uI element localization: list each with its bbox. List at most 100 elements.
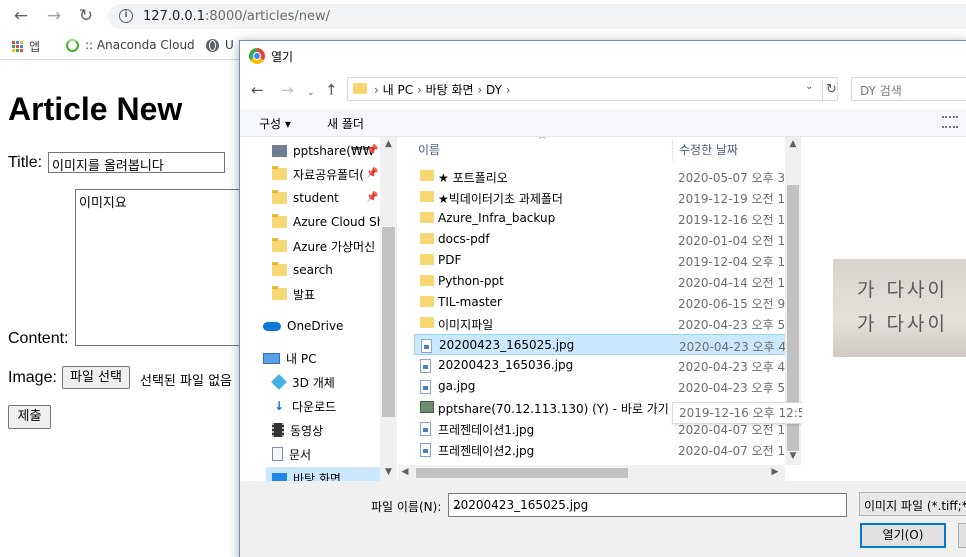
path-breadcrumb[interactable]: › 내 PC › 바탕 화면 › DY › ⌄ ↻ [347,77,838,101]
nav-item-shared-folder[interactable]: 자료공유폴더( [272,163,364,185]
forward-arrow-icon[interactable]: → [43,5,65,27]
file-date: 2019-12-16 오전 1( [678,213,790,227]
file-row[interactable]: 20200423_165036.jpg 2020-04-23 오후 4 [414,355,786,376]
image-file-icon [420,443,431,457]
scroll-down-icon[interactable]: ▼ [785,451,801,461]
path-segment[interactable]: 내 PC [383,83,413,97]
cube-icon [271,374,287,390]
file-row[interactable]: 프레젠테이션2.jpg 2020-04-07 오전 1( [414,439,790,460]
path-segment[interactable]: DY [486,83,502,97]
navigation-pane: pptshare(₩₩' 📌 자료공유폴더( 📌 student 📌 Azure… [240,137,397,481]
file-row[interactable]: 이미지파일 2020-04-23 오후 5 [414,313,786,334]
nav-item-videos[interactable]: 동영상 [272,419,323,441]
column-header-date[interactable]: 수정한 날짜 [679,141,738,158]
file-row[interactable]: PDF 2019-12-04 오후 1 [414,250,786,271]
preview-handwriting: 가 다사이 [857,313,948,335]
column-header-name[interactable]: 이름 [418,141,440,158]
refresh-icon[interactable]: ↻ [822,80,840,100]
file-name: Azure_Infra_backup [438,211,556,225]
column-divider[interactable] [672,139,673,161]
scroll-up-icon[interactable]: ▲ [785,139,801,149]
file-name: ★ 포트폴리오 [438,171,508,185]
image-file-icon [420,380,431,394]
bookmark-label: U [225,38,234,52]
nav-item-label: Azure Cloud Sh [293,215,385,229]
address-bar[interactable]: i 127.0.0.1:8000/articles/new/ [108,4,966,29]
file-name: 프레젠테이션1.jpg [438,423,535,437]
search-input[interactable]: DY 검색 [851,77,966,101]
folder-icon [353,83,367,94]
file-row[interactable]: 20200423_165025.jpg 2020-04-23 오후 4 [414,334,786,355]
title-input[interactable]: 이미지를 올려봅니다 [48,152,225,173]
open-button[interactable]: 열기(O) [860,523,946,548]
nav-scrollbar[interactable]: ▲ ▼ [380,137,397,481]
nav-item-azure-vm[interactable]: Azure 가상머신 [272,235,375,257]
nav-item-azure-cloud[interactable]: Azure Cloud Sh [272,211,384,233]
preview-pane: 가 다사이 가 다사이 [802,137,966,481]
scroll-up-icon[interactable]: ▲ [380,139,397,149]
nav-item-downloads[interactable]: ↓ 다운로드 [272,395,336,417]
scroll-thumb[interactable] [382,227,395,417]
bookmark-apps[interactable]: 앱 [12,38,40,55]
scroll-left-icon[interactable]: ◀ [398,467,412,477]
info-icon[interactable]: i [119,9,133,23]
content-textarea[interactable]: 이미지요 [75,189,255,346]
file-name: docs-pdf [438,232,490,246]
url-text: 127.0.0.1:8000/articles/new/ [143,9,331,24]
chevron-down-icon[interactable]: ⌄ [453,498,842,512]
nav-item-pptshare[interactable]: pptshare(₩₩' [272,140,378,162]
dialog-navbar: ← → ⌄ ↑ › 내 PC › 바탕 화면 › DY › ⌄ ↻ DY 검색 [240,71,966,109]
folder-icon [272,166,287,180]
nav-item-label: OneDrive [287,319,344,333]
file-row[interactable]: TIL-master 2020-06-15 오전 9 [414,292,786,313]
nav-item-3d-objects[interactable]: 3D 개체 [271,371,335,393]
nav-item-presentation[interactable]: 발표 [272,283,315,305]
nav-item-label: search [293,263,333,277]
nav-item-search[interactable]: search [272,259,333,281]
organize-button[interactable]: 구성 ▾ [259,115,291,132]
submit-button[interactable]: 제출 [8,405,51,429]
file-date: 2020-04-23 오후 5 [678,381,786,395]
nav-item-desktop[interactable]: 바탕 화면 [266,467,380,481]
file-row[interactable]: Azure_Infra_backup 2019-12-16 오전 1( [414,208,790,229]
file-row[interactable]: docs-pdf 2020-01-04 오전 1 [414,229,786,250]
search-placeholder: DY 검색 [860,84,902,98]
file-row[interactable]: ★ 포트폴리오 2020-05-07 오후 3 [414,166,786,187]
file-name: 프레젠테이션2.jpg [438,444,535,458]
scroll-thumb[interactable] [416,468,628,478]
file-row[interactable]: ga.jpg 2020-04-23 오후 5 [414,376,786,397]
scroll-down-icon[interactable]: ▼ [380,467,397,477]
nav-item-this-pc[interactable]: 내 PC [263,347,316,369]
file-select-button[interactable]: 파일 선택 [62,366,130,389]
nav-item-documents[interactable]: 문서 [272,443,311,465]
nav-item-student[interactable]: student [272,187,339,209]
path-segment[interactable]: 바탕 화면 [426,83,474,97]
back-arrow-icon[interactable]: ← [10,5,32,27]
reload-icon[interactable]: ↻ [75,5,97,27]
image-file-icon [421,339,432,353]
bookmark-globe[interactable]: U [206,38,234,52]
apps-grid-icon [12,41,23,52]
cancel-button[interactable] [958,523,966,548]
view-options-icon[interactable] [942,116,958,128]
scroll-right-icon[interactable]: ▶ [768,467,782,477]
globe-icon [206,38,219,52]
new-folder-button[interactable]: 새 폴더 [327,115,364,132]
file-row[interactable]: ★빅데이터기초 과제폴더 2019-12-19 오전 1 [414,187,786,208]
back-arrow-icon[interactable]: ← [251,81,264,99]
filename-input[interactable]: 20200423_165025.jpg ⌄ [448,493,847,517]
file-date: 2019-12-04 오후 1 [678,255,786,269]
title-label: Title: [8,154,43,171]
folder-icon [272,214,287,228]
up-arrow-icon[interactable]: ↑ [325,81,338,99]
file-row[interactable]: Python-ppt 2020-04-14 오전 1 [414,271,786,292]
bookmark-anaconda[interactable]: :: Anaconda Cloud [66,38,195,52]
browser-toolbar: ← → ↻ i 127.0.0.1:8000/articles/new/ [0,0,966,32]
nav-item-onedrive[interactable]: OneDrive [263,315,343,337]
recent-dropdown-icon[interactable]: ⌄ [307,84,315,102]
file-list-hscroll[interactable]: ◀ ▶ [398,465,785,481]
chevron-down-icon[interactable]: ⌄ [805,81,813,92]
filetype-select[interactable]: 이미지 파일 (*.tiff;* [859,492,966,516]
forward-arrow-icon[interactable]: → [281,81,294,99]
film-icon [272,423,284,437]
